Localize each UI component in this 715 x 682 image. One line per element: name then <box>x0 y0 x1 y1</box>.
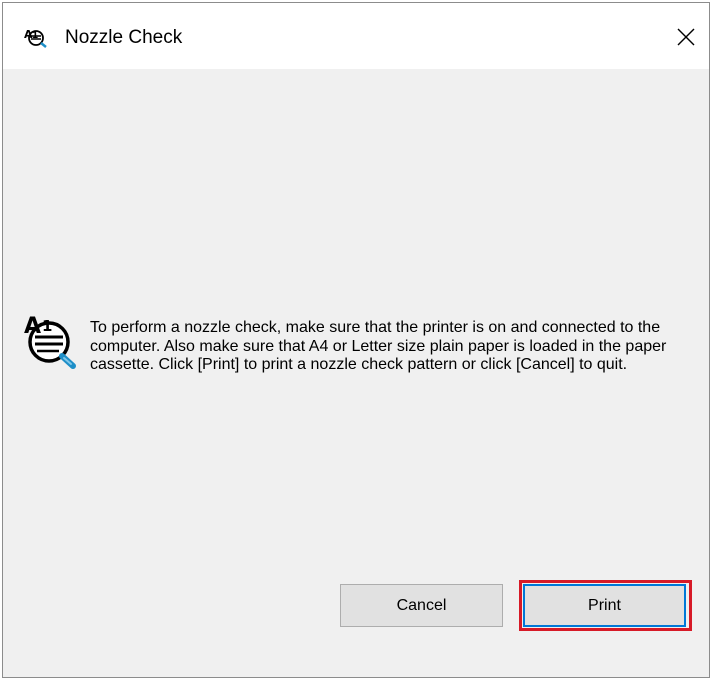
window-title: Nozzle Check <box>65 27 183 48</box>
svg-text:1: 1 <box>42 317 52 335</box>
cancel-button[interactable]: Cancel <box>340 584 503 627</box>
close-icon <box>677 28 695 46</box>
dialog-message: To perform a nozzle check, make sure tha… <box>90 319 667 373</box>
title-bar[interactable]: A 1 Nozzle Check <box>3 3 709 69</box>
nozzle-check-dialog: A 1 Nozzle Check A 1 To perform a nozzle… <box>2 2 710 678</box>
close-button[interactable] <box>663 3 709 69</box>
printer-nozzle-icon: A 1 <box>23 26 51 48</box>
nozzle-check-icon: A 1 <box>21 309 83 371</box>
print-button[interactable]: Print <box>523 584 686 627</box>
svg-text:A: A <box>24 314 41 339</box>
